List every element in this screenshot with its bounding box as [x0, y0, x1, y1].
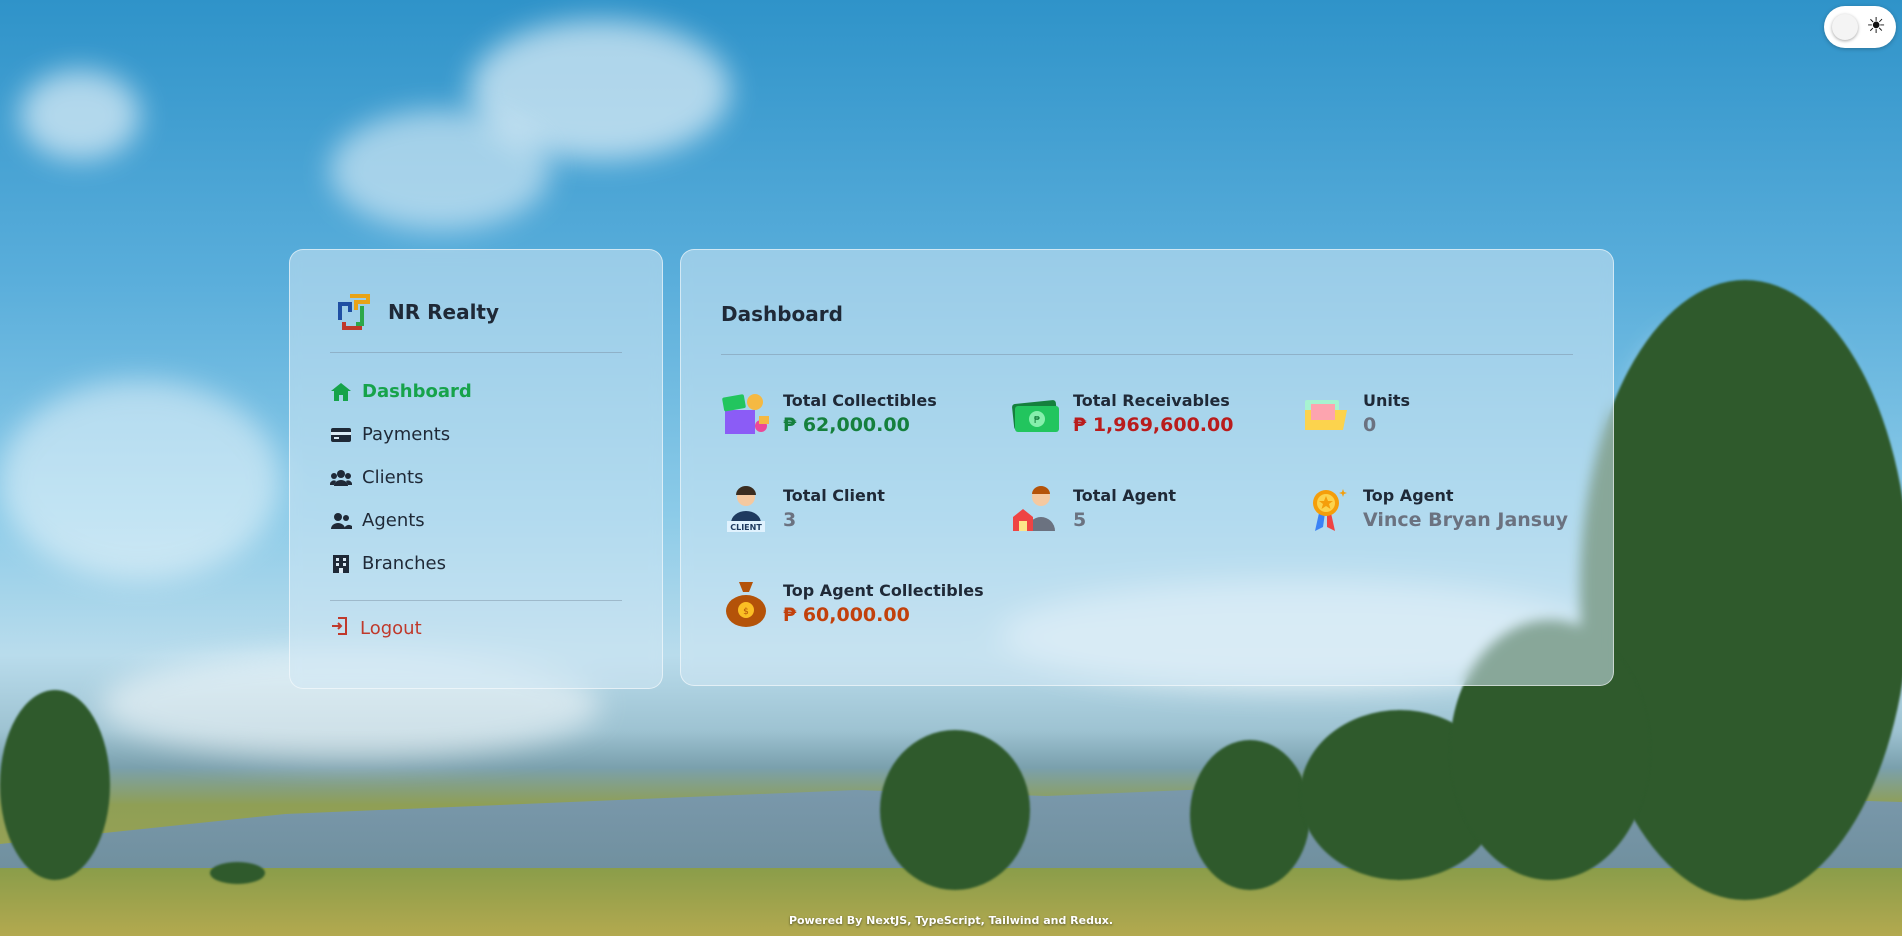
- brand[interactable]: NR Realty: [336, 292, 499, 332]
- stat-total-client: CLIENT Total Client 3: [721, 483, 885, 533]
- stat-value: ₱ 62,000.00: [783, 413, 910, 436]
- svg-text:₱: ₱: [1034, 415, 1040, 426]
- logout-label: Logout: [360, 618, 422, 639]
- sidebar-item-label: Branches: [362, 553, 446, 574]
- footer-text: Powered By NextJS, TypeScript, Tailwind …: [788, 914, 1114, 927]
- client-icon: CLIENT: [721, 483, 771, 533]
- stat-label: Top Agent Collectibles: [783, 580, 984, 600]
- stat-value: 5: [1073, 508, 1087, 531]
- sidebar-item-payments[interactable]: Payments: [330, 413, 472, 456]
- stat-value: ₱ 60,000.00: [783, 603, 910, 626]
- sidebar-item-label: Payments: [362, 424, 451, 445]
- agent-house-icon: [1011, 483, 1061, 533]
- stat-value: 3: [783, 508, 797, 531]
- banknotes-icon: ₱: [1011, 388, 1061, 438]
- sidebar-item-label: Agents: [362, 510, 425, 531]
- sidebar-divider: [330, 600, 622, 601]
- stat-top-agent: Top Agent Vince Bryan Jansuy: [1301, 483, 1568, 533]
- stat-label: Units: [1363, 390, 1411, 410]
- stat-units: Units 0: [1301, 388, 1410, 438]
- dashboard-panel: Dashboard Total Collectibles ₱ 62,000.00…: [680, 249, 1614, 686]
- stat-label: Total Client: [783, 485, 885, 505]
- page-title: Dashboard: [721, 302, 843, 326]
- stat-value: 0: [1363, 413, 1377, 436]
- sidebar-item-branches[interactable]: Branches: [330, 542, 472, 585]
- stat-total-agent: Total Agent 5: [1011, 483, 1176, 533]
- sidebar-item-label: Dashboard: [362, 381, 472, 402]
- logout-icon: [330, 616, 350, 641]
- stat-label: Total Receivables: [1073, 390, 1230, 410]
- client-icon-text: CLIENT: [730, 523, 762, 532]
- stat-total-receivables: ₱ Total Receivables ₱ 1,969,600.00: [1011, 388, 1233, 438]
- sidebar: NR Realty Dashboard Payments Clients Age…: [289, 249, 663, 689]
- money-box-icon: [721, 388, 771, 438]
- stat-label: Top Agent: [1363, 485, 1454, 505]
- credit-card-icon: [330, 424, 352, 446]
- main-divider: [721, 354, 1573, 355]
- brand-name: NR Realty: [388, 300, 500, 324]
- sidebar-nav: Dashboard Payments Clients Agents Branch…: [330, 370, 472, 585]
- money-bag-icon: $: [721, 578, 771, 628]
- user-friends-icon: [330, 510, 352, 532]
- stat-top-agent-collectibles: $ Top Agent Collectibles ₱ 60,000.00: [721, 578, 984, 628]
- home-icon: [330, 381, 352, 403]
- stat-value: Vince Bryan Jansuy: [1363, 508, 1569, 531]
- stat-label: Total Agent: [1073, 485, 1177, 505]
- svg-text:$: $: [743, 607, 749, 617]
- folder-icon: [1301, 388, 1351, 438]
- sidebar-item-label: Clients: [362, 467, 424, 488]
- building-icon: [330, 553, 352, 575]
- toggle-knob: [1832, 14, 1858, 40]
- nr-realty-logo-icon: [336, 292, 376, 332]
- sidebar-item-clients[interactable]: Clients: [330, 456, 472, 499]
- sun-icon: ☀: [1866, 14, 1886, 39]
- stat-value: ₱ 1,969,600.00: [1073, 413, 1234, 436]
- award-medal-icon: [1301, 483, 1351, 533]
- sidebar-divider: [330, 352, 622, 353]
- sidebar-item-dashboard[interactable]: Dashboard: [330, 370, 472, 413]
- stat-total-collectibles: Total Collectibles ₱ 62,000.00: [721, 388, 937, 438]
- logout-button[interactable]: Logout: [330, 616, 422, 641]
- theme-toggle[interactable]: ☀: [1824, 6, 1896, 48]
- stat-label: Total Collectibles: [783, 390, 937, 410]
- sidebar-item-agents[interactable]: Agents: [330, 499, 472, 542]
- users-group-icon: [330, 467, 352, 489]
